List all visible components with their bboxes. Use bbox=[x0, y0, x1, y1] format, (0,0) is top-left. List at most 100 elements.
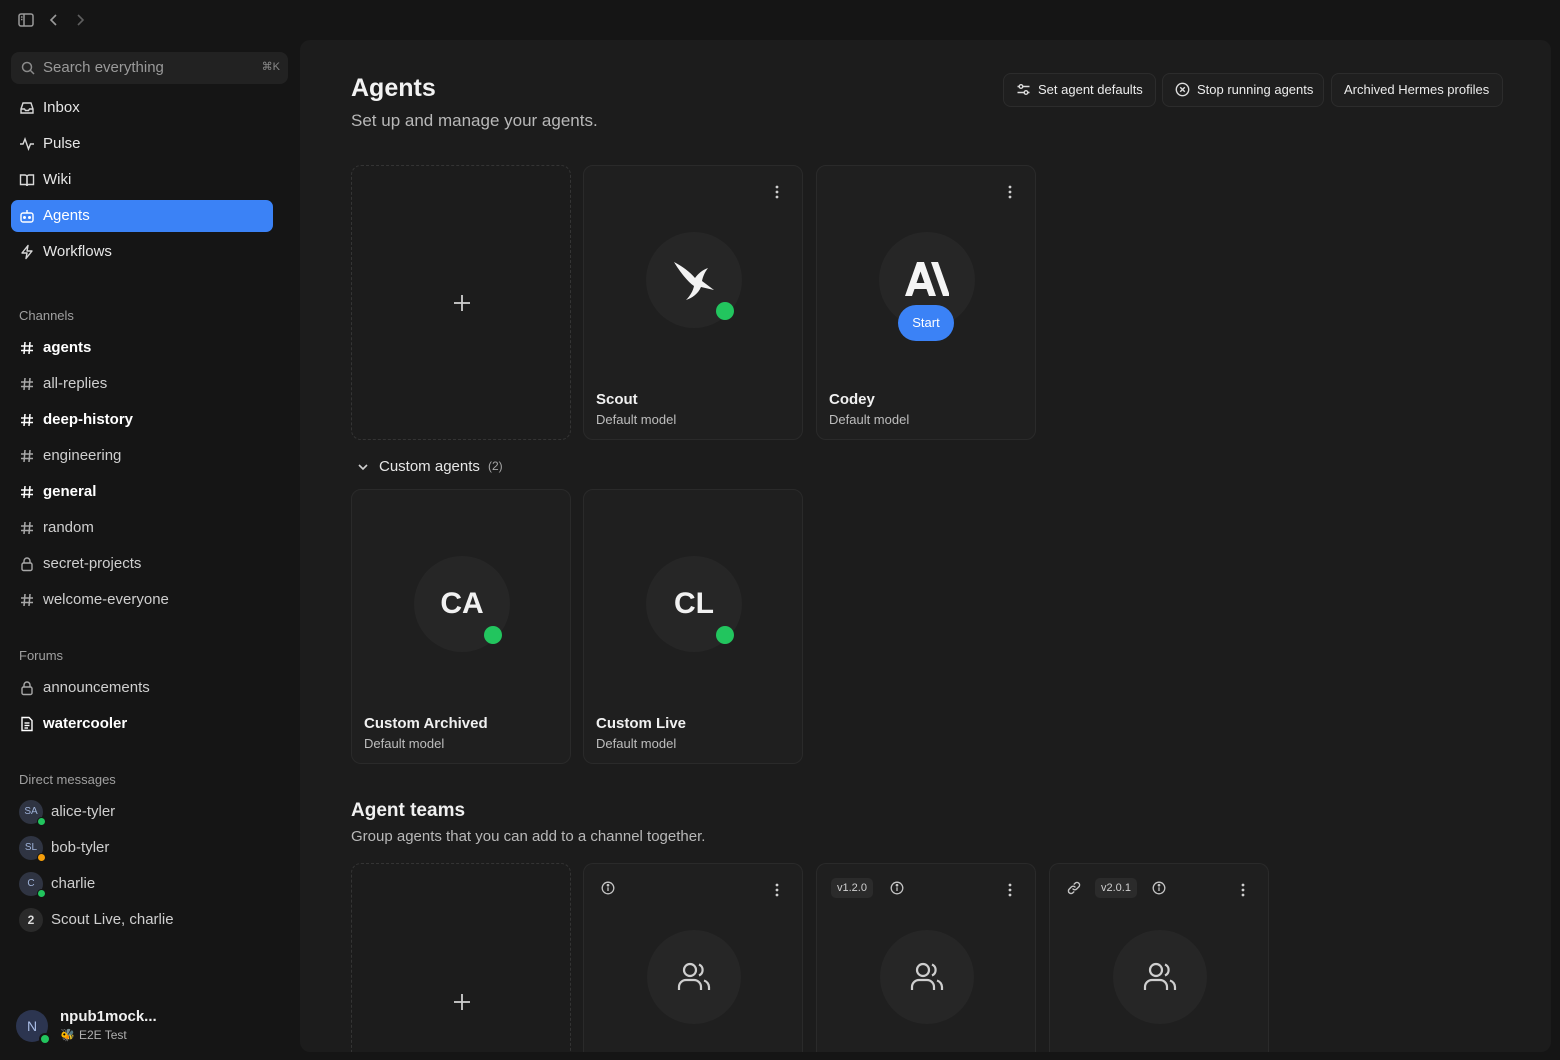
nav-item-workflows[interactable]: Workflows bbox=[11, 236, 273, 268]
forum-item-announcements[interactable]: announcements bbox=[11, 672, 273, 704]
more-vertical-icon[interactable] bbox=[769, 882, 785, 898]
info-icon[interactable] bbox=[601, 881, 615, 895]
channel-label: random bbox=[43, 519, 94, 536]
channel-item-random[interactable]: random bbox=[11, 512, 273, 544]
start-agent-button[interactable]: Start bbox=[898, 305, 954, 341]
window-toolbar bbox=[0, 0, 300, 40]
more-vertical-icon[interactable] bbox=[1002, 184, 1018, 200]
search-input[interactable]: Search everything ⌘K bbox=[11, 52, 288, 84]
user-status-text: E2E Test bbox=[78, 1028, 127, 1042]
agent-teams-subtitle: Group agents that you can add to a chann… bbox=[351, 828, 706, 845]
channel-item-deep-history[interactable]: deep-history bbox=[11, 404, 273, 436]
hash-icon bbox=[19, 376, 35, 392]
channel-label: all-replies bbox=[43, 375, 108, 392]
nav-item-label: Workflows bbox=[43, 243, 112, 260]
anthropic-logo-icon bbox=[905, 262, 949, 298]
dm-item-group[interactable]: 2 Scout Live, charlie bbox=[11, 904, 273, 936]
channel-label: engineering bbox=[43, 447, 122, 464]
archived-hermes-profiles-button[interactable]: Archived Hermes profiles bbox=[1331, 73, 1503, 107]
online-status-dot bbox=[37, 889, 46, 898]
channel-item-agents[interactable]: agents bbox=[11, 332, 273, 364]
page-subtitle: Set up and manage your agents. bbox=[351, 111, 598, 130]
forum-item-watercooler[interactable]: watercooler bbox=[11, 708, 273, 740]
team-card[interactable] bbox=[583, 863, 803, 1052]
document-icon bbox=[19, 716, 35, 732]
agent-card-scout[interactable]: Scout Default model bbox=[583, 165, 803, 440]
channel-item-engineering[interactable]: engineering bbox=[11, 440, 273, 472]
direct-messages-section-title: Direct messages bbox=[19, 772, 116, 787]
nav-item-inbox[interactable]: Inbox bbox=[11, 92, 273, 124]
pulse-icon bbox=[19, 136, 35, 152]
nav-item-pulse[interactable]: Pulse bbox=[11, 128, 273, 160]
online-status-dot bbox=[39, 1033, 51, 1045]
nav-item-label: Wiki bbox=[43, 171, 72, 188]
user-status: 🐝 E2E Test bbox=[60, 1028, 127, 1042]
main-panel: Agents Set up and manage your agents. Se… bbox=[300, 40, 1551, 1052]
stop-circle-icon bbox=[1175, 82, 1190, 97]
agent-model: Default model bbox=[364, 736, 445, 751]
stop-running-agents-button[interactable]: Stop running agents bbox=[1162, 73, 1324, 107]
sidebar-toggle-icon[interactable] bbox=[16, 10, 36, 30]
back-arrow-icon[interactable] bbox=[44, 10, 64, 30]
current-user-card[interactable]: N npub1mock... 🐝 E2E Test bbox=[16, 1008, 286, 1048]
link-icon[interactable] bbox=[1067, 881, 1081, 895]
more-vertical-icon[interactable] bbox=[1002, 882, 1018, 898]
nav-item-label: Inbox bbox=[43, 99, 80, 116]
lightning-icon bbox=[19, 244, 35, 260]
online-status-dot bbox=[37, 817, 46, 826]
dm-item-alice-tyler[interactable]: SA alice-tyler bbox=[11, 796, 273, 828]
agent-card-codey[interactable]: Start Codey Default model bbox=[816, 165, 1036, 440]
away-status-dot bbox=[37, 853, 46, 862]
hash-icon bbox=[19, 340, 35, 356]
agent-name: Custom Live bbox=[596, 715, 687, 732]
channel-item-welcome-everyone[interactable]: welcome-everyone bbox=[11, 584, 273, 616]
add-team-card[interactable] bbox=[351, 863, 571, 1052]
plus-icon bbox=[452, 992, 472, 1012]
team-avatar bbox=[880, 930, 974, 1024]
bee-icon: 🐝 bbox=[60, 1028, 75, 1042]
search-placeholder: Search everything bbox=[43, 59, 164, 76]
team-avatar bbox=[647, 930, 741, 1024]
channel-item-all-replies[interactable]: all-replies bbox=[11, 368, 273, 400]
button-label: Set agent defaults bbox=[1038, 82, 1143, 97]
hash-icon bbox=[19, 592, 35, 608]
channel-label: secret-projects bbox=[43, 555, 142, 572]
online-status-dot bbox=[484, 626, 502, 644]
plus-icon bbox=[452, 293, 472, 313]
agent-model: Default model bbox=[596, 736, 677, 751]
channel-item-secret-projects[interactable]: secret-projects bbox=[11, 548, 273, 580]
dm-item-bob-tyler[interactable]: SL bob-tyler bbox=[11, 832, 273, 864]
forward-arrow-icon[interactable] bbox=[70, 10, 90, 30]
agent-card-custom-live[interactable]: CL Custom Live Default model bbox=[583, 489, 803, 764]
online-status-dot bbox=[716, 302, 734, 320]
nav-item-wiki[interactable]: Wiki bbox=[11, 164, 273, 196]
forum-label: watercooler bbox=[43, 715, 128, 732]
set-agent-defaults-button[interactable]: Set agent defaults bbox=[1003, 73, 1156, 107]
inbox-icon bbox=[19, 100, 35, 116]
hash-icon bbox=[19, 448, 35, 464]
nav-item-agents[interactable]: Agents bbox=[11, 200, 273, 232]
channels-section-title: Channels bbox=[19, 308, 74, 323]
team-card[interactable]: v1.2.0 bbox=[816, 863, 1036, 1052]
info-icon[interactable] bbox=[890, 881, 904, 895]
channel-label: general bbox=[43, 483, 97, 500]
users-icon bbox=[909, 959, 945, 995]
agent-card-custom-archived[interactable]: CA Custom Archived Default model bbox=[351, 489, 571, 764]
bird-icon bbox=[668, 254, 720, 306]
info-icon[interactable] bbox=[1152, 881, 1166, 895]
button-label: Stop running agents bbox=[1197, 82, 1314, 97]
search-icon bbox=[21, 61, 35, 75]
search-shortcut: ⌘K bbox=[261, 61, 280, 73]
dm-item-charlie[interactable]: C charlie bbox=[11, 868, 273, 900]
team-card[interactable]: v2.0.1 bbox=[1049, 863, 1269, 1052]
add-agent-card[interactable] bbox=[351, 165, 571, 440]
channel-item-general[interactable]: general bbox=[11, 476, 273, 508]
more-vertical-icon[interactable] bbox=[769, 184, 785, 200]
dm-label: Scout Live, charlie bbox=[51, 911, 174, 928]
lock-icon bbox=[19, 556, 35, 572]
more-vertical-icon[interactable] bbox=[1235, 882, 1251, 898]
version-badge: v2.0.1 bbox=[1095, 878, 1137, 898]
forums-section-title: Forums bbox=[19, 648, 64, 663]
agent-name: Codey bbox=[829, 391, 875, 408]
online-status-dot bbox=[716, 626, 734, 644]
